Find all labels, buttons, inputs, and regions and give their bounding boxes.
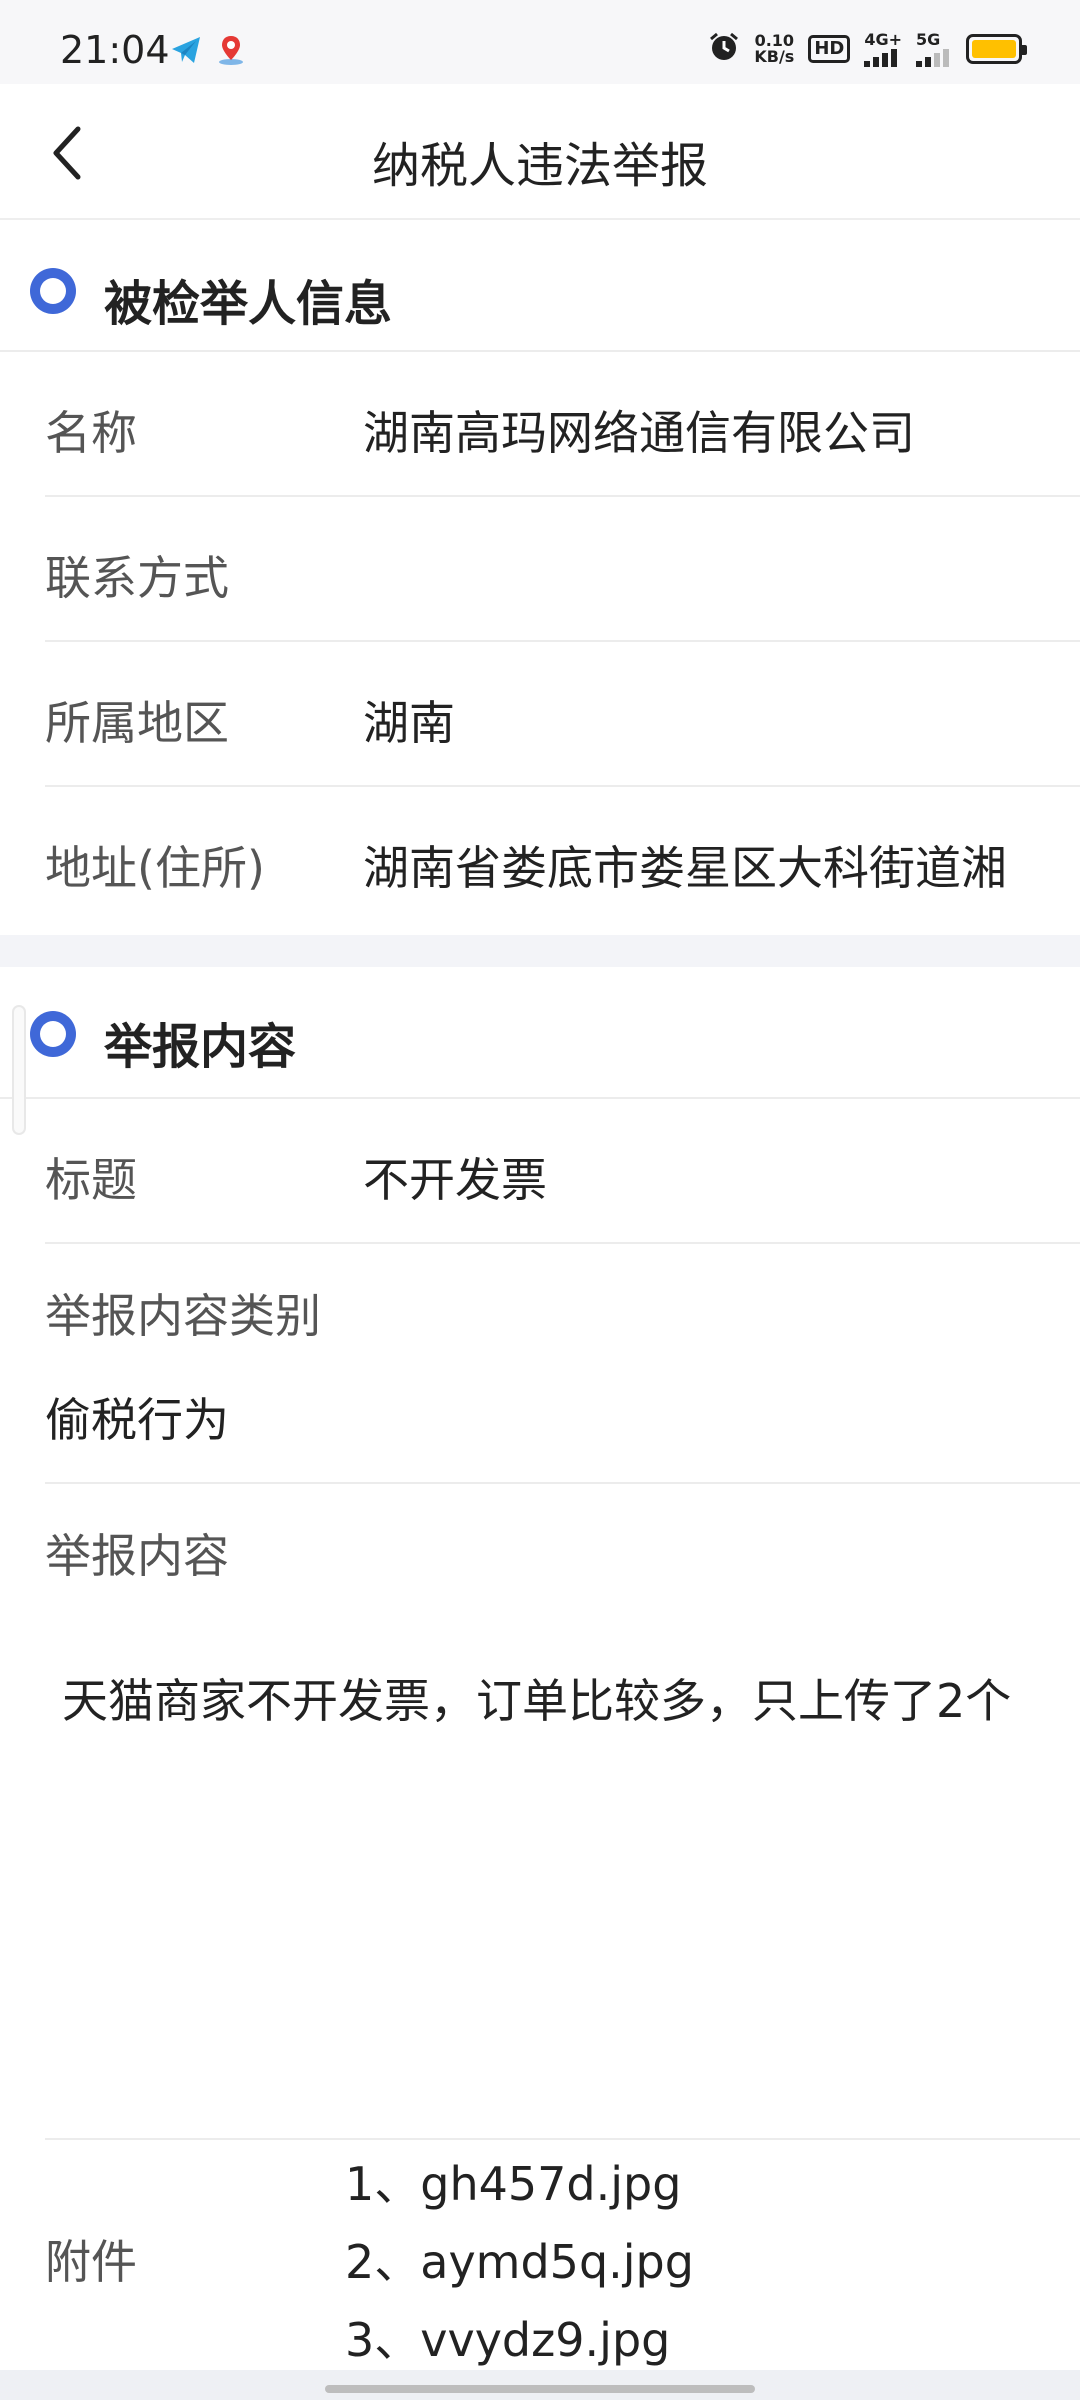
field-value: 湖南 <box>363 696 455 750</box>
field-value: 湖南省娄底市娄星区大科街道湘 <box>363 841 1007 895</box>
screen: 21:04 0.10 KB/s HD 4G+ 5G 纳税人违法举报 被检举人信息… <box>0 0 1080 2400</box>
field-row-address: 地址(住所) 湖南省娄底市娄星区大科街道湘 <box>45 787 1080 935</box>
field-value: 偷税行为 <box>45 1393 229 1447</box>
alarm-icon <box>708 31 740 67</box>
attachment-link[interactable]: 1、gh457d.jpg <box>345 2145 694 2223</box>
section-header-report-content: 举报内容 <box>0 967 1080 1099</box>
battery-level <box>972 39 1016 58</box>
signal-5g: 5G <box>916 30 952 67</box>
field-label: 所属地区 <box>45 696 229 750</box>
signal-icon <box>864 49 898 67</box>
field-label: 地址(住所) <box>45 841 265 895</box>
nav-header: 纳税人违法举报 <box>0 84 1080 220</box>
net-label-5g: 5G <box>916 30 941 49</box>
field-row-region: 所属地区 湖南 <box>45 642 1080 787</box>
network-speed: 0.10 KB/s <box>754 32 795 66</box>
attachment-list: 1、gh457d.jpg 2、aymd5q.jpg 3、vvydz9.jpg <box>345 2145 694 2379</box>
network-speed-unit: KB/s <box>754 46 795 66</box>
signal-weak-icon <box>916 49 949 67</box>
status-time: 21:04 <box>60 28 170 72</box>
hd-badge: HD <box>808 34 851 63</box>
section-dot-icon <box>30 268 76 314</box>
field-label: 名称 <box>45 406 137 460</box>
field-row-title: 标题 不开发票 <box>45 1099 1080 1244</box>
page-title: 纳税人违法举报 <box>371 138 708 194</box>
signal-4g: 4G+ <box>864 30 902 67</box>
section-dot-icon <box>30 1011 76 1057</box>
field-value: 不开发票 <box>363 1153 547 1207</box>
net-label-4g: 4G+ <box>864 30 902 49</box>
section-divider <box>0 935 1080 967</box>
status-right-group: 0.10 KB/s HD 4G+ 5G <box>708 30 1027 67</box>
section-title: 举报内容 <box>104 1019 297 1075</box>
map-pin-icon <box>216 34 246 70</box>
field-row-contact: 联系方式 <box>45 497 1080 642</box>
section-header-reported-person: 被检举人信息 <box>0 222 1080 352</box>
report-content-text: 天猫商家不开发票，订单比较多，只上传了2个 <box>62 1674 1012 1728</box>
telegram-icon <box>170 34 202 70</box>
notification-icons <box>170 34 246 70</box>
scroll-handle[interactable] <box>12 1005 26 1135</box>
field-label: 标题 <box>45 1153 137 1207</box>
field-label: 举报内容类别 <box>45 1289 321 1343</box>
attachment-link[interactable]: 3、vvydz9.jpg <box>345 2301 694 2379</box>
field-value: 湖南高玛网络通信有限公司 <box>363 406 915 460</box>
field-row-category: 举报内容类别 偷税行为 <box>45 1244 1080 1484</box>
field-row-name: 名称 湖南高玛网络通信有限公司 <box>45 352 1080 497</box>
attachment-link[interactable]: 2、aymd5q.jpg <box>345 2223 694 2301</box>
section-title: 被检举人信息 <box>104 276 393 332</box>
field-row-content: 举报内容 <box>45 1484 1080 2140</box>
field-label: 举报内容 <box>45 1529 229 1583</box>
home-indicator[interactable] <box>325 2385 755 2393</box>
field-label: 附件 <box>45 2235 137 2289</box>
field-label: 联系方式 <box>45 551 229 605</box>
battery-icon <box>966 33 1027 64</box>
status-bar: 21:04 0.10 KB/s HD 4G+ 5G <box>0 0 1080 84</box>
